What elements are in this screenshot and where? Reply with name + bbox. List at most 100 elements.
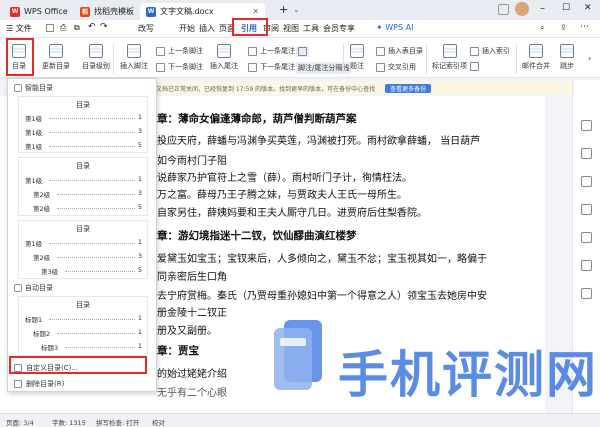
status-spell[interactable]: 拼写检查: 打开 xyxy=(96,417,139,427)
more-icon[interactable]: ⋯ xyxy=(580,22,589,32)
index-sub-button[interactable] xyxy=(470,62,479,71)
format-icon[interactable] xyxy=(581,176,592,187)
menu-wps-ai[interactable]: ✦ WPS AI xyxy=(376,23,413,32)
print-icon[interactable]: ⎙ xyxy=(60,23,66,33)
save-icon[interactable] xyxy=(46,24,54,32)
new-tab-icon[interactable]: + xyxy=(279,3,288,16)
cross-reference-icon xyxy=(376,62,385,72)
toc-row-page: 5 xyxy=(137,141,142,149)
next-footnote-icon xyxy=(156,62,165,72)
doc-line: 册及又副册。 xyxy=(157,326,217,337)
copy-icon[interactable]: ⧉ xyxy=(74,23,80,33)
toc-level-button[interactable]: 目录级别 xyxy=(82,44,110,71)
tab-wps-office[interactable]: W WPS Office xyxy=(4,3,74,20)
doc-heading: 章：薄命女偏逢薄命郎，葫芦僧判断葫芦案 xyxy=(157,113,357,125)
title-bar: W WPS Office 稻 找稻壳模板 W 文字文稿.docx ✕ + ⌄ –… xyxy=(0,0,600,20)
view-backup-link[interactable]: 查看更多备份 xyxy=(385,83,432,93)
endnote-icon xyxy=(217,44,231,58)
toc-row-label: 第1级 xyxy=(25,143,43,151)
window-layout-icon[interactable] xyxy=(498,4,509,15)
doc-line: 说薛家乃护官符上之雪（薛）。雨村听门子计，徇情枉法。 xyxy=(157,173,412,184)
jump-button[interactable]: 跳步 xyxy=(560,44,574,71)
caption-icon xyxy=(350,44,364,58)
menu-view[interactable]: 视图 xyxy=(283,23,299,34)
toc-row-label: 第1级 xyxy=(25,129,43,137)
cross-reference-button[interactable]: 交叉引用 xyxy=(376,62,416,72)
close-window-icon[interactable]: ✕ xyxy=(584,3,592,13)
menu-insert[interactable]: 插入 xyxy=(199,23,215,34)
menu-file[interactable]: ☰ 文件 xyxy=(6,23,32,34)
insert-index-button[interactable]: 插入索引 xyxy=(470,46,510,56)
toc-style-option-2[interactable]: 目录 第1级 1 第2级 3 第2级 5 xyxy=(18,157,148,216)
insert-endnote-button[interactable]: 插入尾注 xyxy=(210,44,238,71)
select-icon[interactable] xyxy=(581,148,592,159)
status-page[interactable]: 页面: 3/4 xyxy=(6,417,34,427)
toc-leader xyxy=(65,271,135,272)
watermark-logo-icon xyxy=(274,320,322,390)
toc-row-page: 1 xyxy=(137,175,142,183)
next-endnote-button[interactable]: 下一条尾注 xyxy=(248,62,295,72)
wps-logo-icon: W xyxy=(10,6,20,17)
watermark-text: 手机评测网 xyxy=(338,346,598,404)
status-bar: 页面: 3/4 字数: 1315 拼写检查: 打开 校对 xyxy=(0,413,600,427)
prev-endnote-button[interactable]: 上一条尾注 xyxy=(248,46,295,56)
mark-index-button[interactable]: 标记索引项 xyxy=(432,44,467,71)
status-proof[interactable]: 校对 xyxy=(152,417,165,427)
footnote-icon xyxy=(127,44,141,58)
toc-row-label: 第2级 xyxy=(33,205,51,213)
ribbon-divider xyxy=(113,44,114,74)
insert-footnote-button[interactable]: 插入脚注 xyxy=(120,44,148,71)
toc-leader xyxy=(57,194,135,195)
auto-toc-option[interactable]: 目录 标题1 1 标题2 1 标题3 1 xyxy=(18,296,148,356)
delete-toc-item[interactable]: 删除目录(R) xyxy=(14,379,64,389)
undo-mode-label[interactable]: 改写 xyxy=(138,23,154,34)
doc-line: 册金陵十二钗正 xyxy=(157,308,227,319)
status-words[interactable]: 字数: 1315 xyxy=(52,417,86,427)
ribbon-scroll-icon[interactable]: › xyxy=(588,54,591,63)
share-panel-icon[interactable] xyxy=(581,260,592,271)
search-icon[interactable]: ⌕ xyxy=(540,23,544,33)
tab-label: WPS Office xyxy=(24,7,68,16)
menu-start[interactable]: 开始 xyxy=(179,23,195,34)
menu-tools[interactable]: 工具 xyxy=(303,23,319,34)
toc-row-page: 1 xyxy=(137,342,142,350)
tab-template[interactable]: 稻 找稻壳模板 xyxy=(74,3,140,20)
maximize-icon[interactable]: ☐ xyxy=(562,3,570,13)
menu-bar: ☰ 文件 ⎙ ⧉ ↶ ↷ 改写 开始 插入 页面 引用 审阅 视图 工具 会员专… xyxy=(0,20,600,38)
layout-icon[interactable] xyxy=(581,204,592,215)
toc-row-label: 第2级 xyxy=(33,254,51,262)
toc-style-option-1[interactable]: 目录 第1级 1 第1级 3 第1级 5 xyxy=(18,96,148,153)
mail-merge-button[interactable]: 邮件合并 xyxy=(522,44,550,71)
settings-icon[interactable] xyxy=(581,288,592,299)
auto-toc-icon xyxy=(14,284,22,292)
share-icon[interactable]: ⇪ xyxy=(560,23,567,32)
avatar[interactable] xyxy=(515,2,529,16)
toc-row-label: 标题2 xyxy=(33,330,51,338)
ribbon-divider xyxy=(516,44,517,74)
next-footnote-button[interactable]: 下一条脚注 xyxy=(156,62,203,72)
update-toc-icon xyxy=(49,44,63,58)
smart-toc-icon xyxy=(14,84,22,92)
toc-row-page: 3 xyxy=(137,189,142,197)
footnote-settings-button[interactable] xyxy=(296,46,309,57)
redo-icon[interactable]: ↷ xyxy=(100,22,108,32)
chevron-down-icon[interactable]: ⌄ xyxy=(293,5,300,14)
toc-style-option-3[interactable]: 目录 第1级 1 第2级 3 第3级 5 xyxy=(18,220,148,279)
card-title: 目录 xyxy=(76,101,90,109)
delete-toc-icon xyxy=(14,380,22,388)
toc-row-label: 标题1 xyxy=(25,316,43,324)
toc-leader xyxy=(57,333,135,334)
toc-row-page: 5 xyxy=(137,203,142,211)
insert-table-of-figures-button[interactable]: 插入表目录 xyxy=(376,46,423,56)
edit-icon[interactable] xyxy=(581,120,592,131)
doc-heading: 章：游幻境指迷十二钗，饮仙醪曲演红楼梦 xyxy=(157,230,357,242)
backup-icon[interactable] xyxy=(581,232,592,243)
prev-footnote-button[interactable]: 上一条脚注 xyxy=(156,46,203,56)
custom-toc-highlight xyxy=(9,356,147,374)
menu-member[interactable]: 会员专享 xyxy=(323,23,355,34)
minimize-icon[interactable]: – xyxy=(540,3,545,14)
close-icon[interactable]: ✕ xyxy=(252,7,259,16)
update-toc-button[interactable]: 更新目录 xyxy=(42,44,70,71)
caption-button[interactable]: 题注 xyxy=(350,44,364,71)
undo-icon[interactable]: ↶ xyxy=(88,22,96,32)
